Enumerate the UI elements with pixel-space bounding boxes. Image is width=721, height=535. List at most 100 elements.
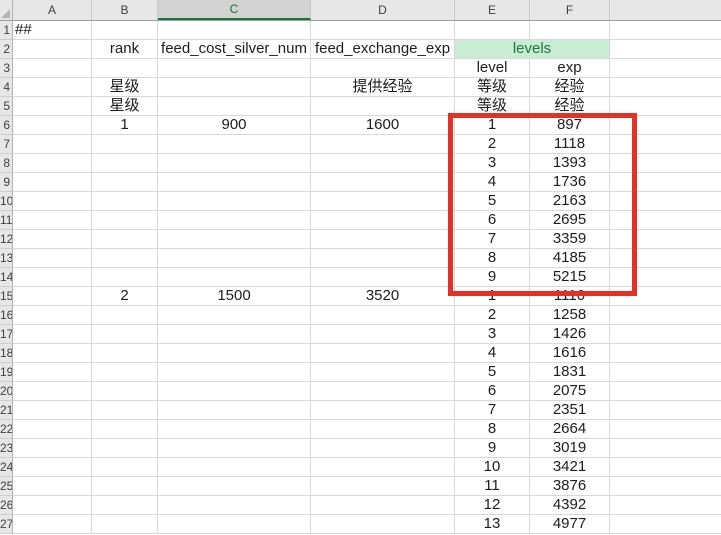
cell-e8[interactable]: 3 bbox=[455, 154, 530, 173]
cell-a7[interactable] bbox=[13, 135, 92, 154]
cell-e27[interactable]: 13 bbox=[455, 515, 530, 534]
cell-e25[interactable]: 11 bbox=[455, 477, 530, 496]
cell-e4[interactable]: 等级 bbox=[455, 78, 530, 97]
cell-b5[interactable]: 星级 bbox=[92, 97, 158, 116]
cell-c23[interactable] bbox=[158, 439, 311, 458]
cell-d22[interactable] bbox=[311, 420, 455, 439]
cell-d21[interactable] bbox=[311, 401, 455, 420]
cell-b15[interactable]: 2 bbox=[92, 287, 158, 306]
row-header-10[interactable]: 10 bbox=[0, 192, 13, 211]
cell-d7[interactable] bbox=[311, 135, 455, 154]
cell-b27[interactable] bbox=[92, 515, 158, 534]
cell-d5[interactable] bbox=[311, 97, 455, 116]
row-header-24[interactable]: 24 bbox=[0, 458, 13, 477]
cell-c11[interactable] bbox=[158, 211, 311, 230]
cell-a26[interactable] bbox=[13, 496, 92, 515]
cell-c2[interactable]: feed_cost_silver_num bbox=[158, 40, 311, 59]
cell-b1[interactable] bbox=[92, 21, 158, 40]
row-header-8[interactable]: 8 bbox=[0, 154, 13, 173]
cell-f25[interactable]: 3876 bbox=[530, 477, 610, 496]
cell-d9[interactable] bbox=[311, 173, 455, 192]
cell-c22[interactable] bbox=[158, 420, 311, 439]
cell-c9[interactable] bbox=[158, 173, 311, 192]
cell-f6[interactable]: 897 bbox=[530, 116, 610, 135]
cell-d26[interactable] bbox=[311, 496, 455, 515]
row-header-22[interactable]: 22 bbox=[0, 420, 13, 439]
cell-g21[interactable] bbox=[610, 401, 721, 420]
cell-c21[interactable] bbox=[158, 401, 311, 420]
cell-c14[interactable] bbox=[158, 268, 311, 287]
cell-b10[interactable] bbox=[92, 192, 158, 211]
cell-e26[interactable]: 12 bbox=[455, 496, 530, 515]
cell-b17[interactable] bbox=[92, 325, 158, 344]
row-header-19[interactable]: 19 bbox=[0, 363, 13, 382]
cell-f17[interactable]: 1426 bbox=[530, 325, 610, 344]
cell-g7[interactable] bbox=[610, 135, 721, 154]
row-header-26[interactable]: 26 bbox=[0, 496, 13, 515]
cell-b8[interactable] bbox=[92, 154, 158, 173]
cell-g20[interactable] bbox=[610, 382, 721, 401]
row-header-14[interactable]: 14 bbox=[0, 268, 13, 287]
cell-d3[interactable] bbox=[311, 59, 455, 78]
cell-b24[interactable] bbox=[92, 458, 158, 477]
cell-g6[interactable] bbox=[610, 116, 721, 135]
cell-g24[interactable] bbox=[610, 458, 721, 477]
cell-d12[interactable] bbox=[311, 230, 455, 249]
row-header-23[interactable]: 23 bbox=[0, 439, 13, 458]
cell-a19[interactable] bbox=[13, 363, 92, 382]
cell-g15[interactable] bbox=[610, 287, 721, 306]
cell-b3[interactable] bbox=[92, 59, 158, 78]
cell-c15[interactable]: 1500 bbox=[158, 287, 311, 306]
cell-b7[interactable] bbox=[92, 135, 158, 154]
row-header-12[interactable]: 12 bbox=[0, 230, 13, 249]
cell-g2[interactable] bbox=[610, 40, 721, 59]
cell-c10[interactable] bbox=[158, 192, 311, 211]
row-header-1[interactable]: 1 bbox=[0, 21, 13, 40]
cell-b19[interactable] bbox=[92, 363, 158, 382]
cell-f8[interactable]: 1393 bbox=[530, 154, 610, 173]
cell-d4[interactable]: 提供经验 bbox=[311, 78, 455, 97]
cell-f19[interactable]: 1831 bbox=[530, 363, 610, 382]
cell-a4[interactable] bbox=[13, 78, 92, 97]
cell-d25[interactable] bbox=[311, 477, 455, 496]
cell-a11[interactable] bbox=[13, 211, 92, 230]
row-header-4[interactable]: 4 bbox=[0, 78, 13, 97]
cell-c16[interactable] bbox=[158, 306, 311, 325]
cell-c4[interactable] bbox=[158, 78, 311, 97]
column-header-d[interactable]: D bbox=[311, 0, 455, 20]
cell-c3[interactable] bbox=[158, 59, 311, 78]
row-header-20[interactable]: 20 bbox=[0, 382, 13, 401]
cell-g11[interactable] bbox=[610, 211, 721, 230]
cell-b26[interactable] bbox=[92, 496, 158, 515]
cell-g18[interactable] bbox=[610, 344, 721, 363]
row-header-7[interactable]: 7 bbox=[0, 135, 13, 154]
row-header-16[interactable]: 16 bbox=[0, 306, 13, 325]
cell-a6[interactable] bbox=[13, 116, 92, 135]
cell-e21[interactable]: 7 bbox=[455, 401, 530, 420]
cell-c13[interactable] bbox=[158, 249, 311, 268]
row-header-17[interactable]: 17 bbox=[0, 325, 13, 344]
cell-d17[interactable] bbox=[311, 325, 455, 344]
cell-c12[interactable] bbox=[158, 230, 311, 249]
cell-a3[interactable] bbox=[13, 59, 92, 78]
cell-d19[interactable] bbox=[311, 363, 455, 382]
cell-d6[interactable]: 1600 bbox=[311, 116, 455, 135]
cell-a13[interactable] bbox=[13, 249, 92, 268]
cell-d11[interactable] bbox=[311, 211, 455, 230]
cell-f3[interactable]: exp bbox=[530, 59, 610, 78]
cell-d10[interactable] bbox=[311, 192, 455, 211]
cell-d1[interactable] bbox=[311, 21, 455, 40]
cell-e17[interactable]: 3 bbox=[455, 325, 530, 344]
cell-f9[interactable]: 1736 bbox=[530, 173, 610, 192]
row-header-6[interactable]: 6 bbox=[0, 116, 13, 135]
cell-e5[interactable]: 等级 bbox=[455, 97, 530, 116]
cell-g8[interactable] bbox=[610, 154, 721, 173]
cell-e9[interactable]: 4 bbox=[455, 173, 530, 192]
row-header-15[interactable]: 15 bbox=[0, 287, 13, 306]
cell-g9[interactable] bbox=[610, 173, 721, 192]
cell-a16[interactable] bbox=[13, 306, 92, 325]
cell-d16[interactable] bbox=[311, 306, 455, 325]
cell-f24[interactable]: 3421 bbox=[530, 458, 610, 477]
cell-b9[interactable] bbox=[92, 173, 158, 192]
cell-g10[interactable] bbox=[610, 192, 721, 211]
